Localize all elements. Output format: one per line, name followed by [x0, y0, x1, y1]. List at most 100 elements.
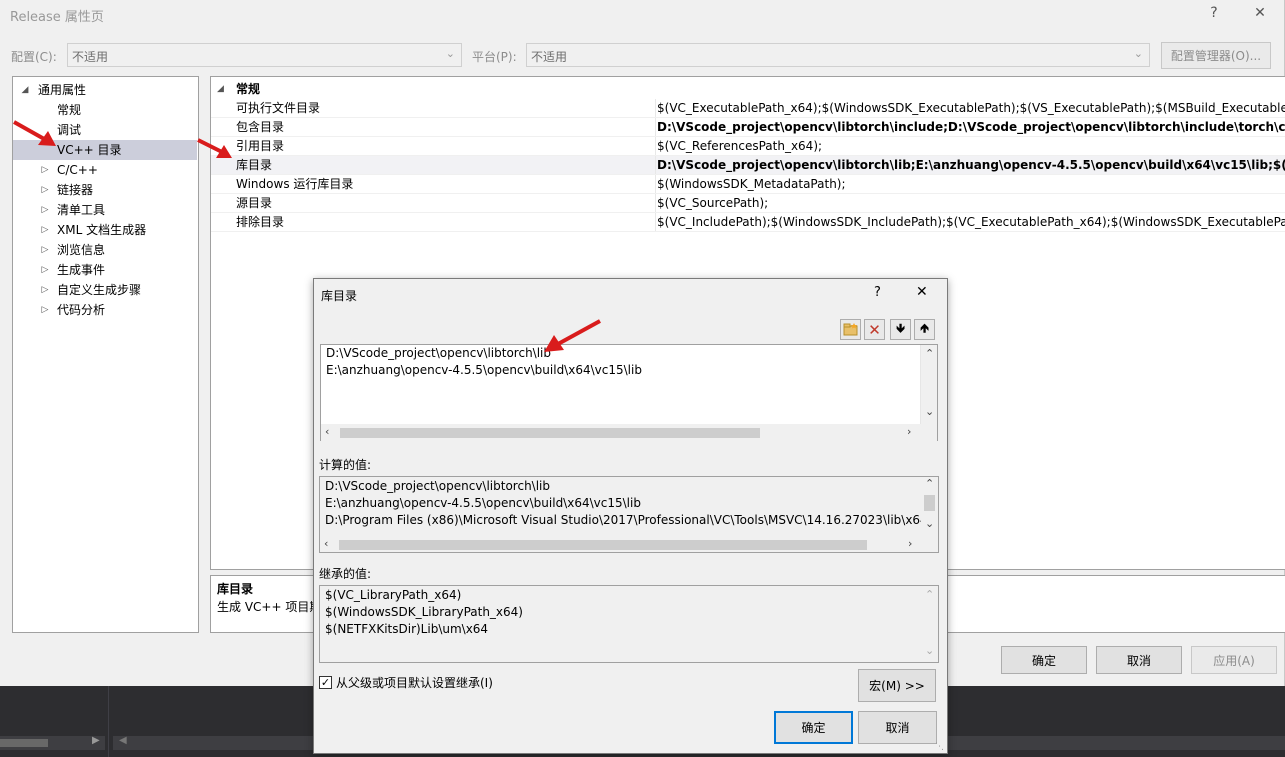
- column-divider[interactable]: [655, 213, 656, 231]
- delete-line-button[interactable]: ✕: [864, 319, 885, 340]
- property-row[interactable]: 引用目录 $(VC_ReferencesPath_x64);: [211, 137, 1285, 156]
- inherited-vscrollbar[interactable]: ⌃ ⌄: [921, 586, 938, 662]
- collapse-icon[interactable]: ◢: [19, 80, 31, 100]
- computed-hscrollbar[interactable]: ‹ ›: [320, 536, 938, 552]
- help-button[interactable]: ?: [1204, 5, 1224, 21]
- property-row[interactable]: 可执行文件目录 $(VC_ExecutablePath_x64);$(Window…: [211, 99, 1285, 118]
- column-divider[interactable]: [655, 118, 656, 136]
- dialog-help-button[interactable]: ?: [874, 285, 881, 300]
- hscroll-thumb[interactable]: [339, 540, 867, 550]
- tree-item[interactable]: ▷ C/C++: [13, 160, 197, 180]
- tree-item-label: 清单工具: [57, 203, 106, 217]
- directory-entry[interactable]: D:\VScode_project\opencv\libtorch\lib: [326, 346, 551, 360]
- property-value[interactable]: $(VC_IncludePath);$(WindowsSDK_IncludePa…: [657, 213, 1285, 231]
- chevron-down-icon[interactable]: ⌄: [925, 405, 934, 418]
- tree-item-label: 调试: [57, 123, 82, 137]
- directory-entry[interactable]: E:\anzhuang\opencv-4.5.5\opencv\build\x6…: [326, 363, 642, 377]
- tree-item-label: C/C++: [57, 163, 98, 177]
- computed-vscrollbar[interactable]: ⌃ ⌄: [921, 477, 938, 536]
- expand-icon[interactable]: ▷: [39, 260, 51, 280]
- close-button[interactable]: ✕: [1250, 5, 1270, 21]
- dialog-ok-button[interactable]: 确定: [774, 711, 853, 744]
- tree-item[interactable]: ▷ 链接器: [13, 180, 197, 200]
- cancel-button[interactable]: 取消: [1096, 646, 1182, 674]
- column-divider[interactable]: [655, 99, 656, 117]
- property-value[interactable]: $(WindowsSDK_MetadataPath);: [657, 175, 846, 193]
- column-divider[interactable]: [655, 156, 656, 174]
- property-value[interactable]: $(VC_SourcePath);: [657, 194, 768, 212]
- tree-item[interactable]: ▷ 代码分析: [13, 300, 197, 320]
- ide-scroll-thumb[interactable]: [0, 739, 48, 747]
- column-divider[interactable]: [655, 175, 656, 193]
- property-row[interactable]: 包含目录 D:\VScode_project\opencv\libtorch\in…: [211, 118, 1285, 137]
- ide-divider: [108, 686, 109, 757]
- tree-item[interactable]: ▷ 生成事件: [13, 260, 197, 280]
- tree-item[interactable]: ▷ XML 文档生成器: [13, 220, 197, 240]
- chevron-right-icon[interactable]: ›: [908, 537, 912, 550]
- platform-select[interactable]: 不适用 ⌄: [526, 43, 1150, 67]
- chevron-up-icon[interactable]: ⌃: [925, 588, 934, 601]
- chevron-right-icon[interactable]: ›: [907, 425, 911, 438]
- hscroll-thumb[interactable]: [340, 428, 760, 438]
- expand-icon[interactable]: ▷: [39, 180, 51, 200]
- expand-icon[interactable]: ▷: [39, 240, 51, 260]
- property-value[interactable]: $(VC_ExecutablePath_x64);$(WindowsSDK_Ex…: [657, 99, 1285, 117]
- column-divider[interactable]: [655, 137, 656, 155]
- computed-values-list: D:\VScode_project\opencv\libtorch\lib E:\…: [319, 476, 939, 553]
- new-line-button[interactable]: [840, 319, 861, 340]
- library-directories-dialog: 库目录 ? ✕ ✕ 🡻 🡹 D:\VScode_project\opencv\l…: [313, 278, 948, 754]
- collapse-icon[interactable]: ◢: [217, 80, 224, 99]
- chevron-up-icon[interactable]: ⌃: [925, 347, 934, 360]
- expand-icon[interactable]: ▷: [39, 300, 51, 320]
- ok-button[interactable]: 确定: [1001, 646, 1087, 674]
- chevron-down-icon[interactable]: ⌄: [925, 517, 934, 530]
- chevron-left-icon[interactable]: ‹: [324, 537, 328, 550]
- dialog-close-button[interactable]: ✕: [916, 284, 928, 300]
- tree-item[interactable]: ▷ 清单工具: [13, 200, 197, 220]
- chevron-right-icon[interactable]: ▶: [92, 735, 100, 746]
- property-name: 库目录: [236, 158, 273, 172]
- property-row[interactable]: 源目录 $(VC_SourcePath);: [211, 194, 1285, 213]
- expand-icon[interactable]: ▷: [39, 160, 51, 180]
- dialog-cancel-button[interactable]: 取消: [858, 711, 937, 744]
- list-hscrollbar[interactable]: ‹ ›: [321, 424, 937, 441]
- tree-item[interactable]: ▷ 自定义生成步骤: [13, 280, 197, 300]
- resize-grip-icon[interactable]: ⋱: [935, 741, 947, 753]
- tree-item[interactable]: 常规: [13, 100, 197, 120]
- chevron-left-icon[interactable]: ◀: [119, 735, 127, 746]
- tree-root[interactable]: ◢ 通用属性: [13, 80, 197, 100]
- tree-item-label: 浏览信息: [57, 243, 106, 257]
- property-value[interactable]: D:\VScode_project\opencv\libtorch\lib;E:…: [657, 156, 1285, 174]
- description-text: 生成 VC++ 项目期: [217, 600, 322, 614]
- arrow-down-icon: 🡻: [896, 321, 905, 335]
- inherit-checkbox[interactable]: ✓: [319, 676, 332, 689]
- property-row[interactable]: Windows 运行库目录 $(WindowsSDK_MetadataPath);: [211, 175, 1285, 194]
- ide-scrollbar[interactable]: ▶: [0, 735, 105, 750]
- apply-button[interactable]: 应用(A): [1191, 646, 1277, 674]
- column-divider[interactable]: [655, 194, 656, 212]
- expand-icon[interactable]: ▷: [39, 280, 51, 300]
- inherit-checkbox-row[interactable]: ✓ 从父级或项目默认设置继承(I): [319, 674, 493, 691]
- chevron-left-icon[interactable]: ‹: [325, 425, 329, 438]
- grid-category[interactable]: ◢ 常规: [211, 80, 1285, 99]
- tree-item[interactable]: ▷ 浏览信息: [13, 240, 197, 260]
- inherited-value: $(WindowsSDK_LibraryPath_x64): [325, 605, 523, 619]
- vscroll-thumb[interactable]: [924, 495, 935, 511]
- property-value[interactable]: $(VC_ReferencesPath_x64);: [657, 137, 822, 155]
- config-manager-button[interactable]: 配置管理器(O)...: [1161, 42, 1271, 69]
- config-select[interactable]: 不适用 ⌄: [67, 43, 462, 67]
- tree-item-label: XML 文档生成器: [57, 223, 147, 237]
- property-value[interactable]: D:\VScode_project\opencv\libtorch\includ…: [657, 118, 1285, 136]
- chevron-up-icon[interactable]: ⌃: [925, 477, 934, 490]
- chevron-down-icon[interactable]: ⌄: [925, 644, 934, 657]
- inherited-value: $(NETFXKitsDir)Lib\um\x64: [325, 622, 489, 636]
- property-row[interactable]: 库目录 D:\VScode_project\opencv\libtorch\lib…: [211, 156, 1285, 175]
- expand-icon[interactable]: ▷: [39, 220, 51, 240]
- directory-list[interactable]: D:\VScode_project\opencv\libtorch\lib E:\…: [320, 344, 938, 441]
- property-row[interactable]: 排除目录 $(VC_IncludePath);$(WindowsSDK_Inclu…: [211, 213, 1285, 232]
- list-vscrollbar[interactable]: ⌃ ⌄: [920, 345, 937, 424]
- move-up-button[interactable]: 🡹: [914, 319, 935, 340]
- expand-icon[interactable]: ▷: [39, 200, 51, 220]
- macros-button[interactable]: 宏(M) >>: [858, 669, 936, 702]
- move-down-button[interactable]: 🡻: [890, 319, 911, 340]
